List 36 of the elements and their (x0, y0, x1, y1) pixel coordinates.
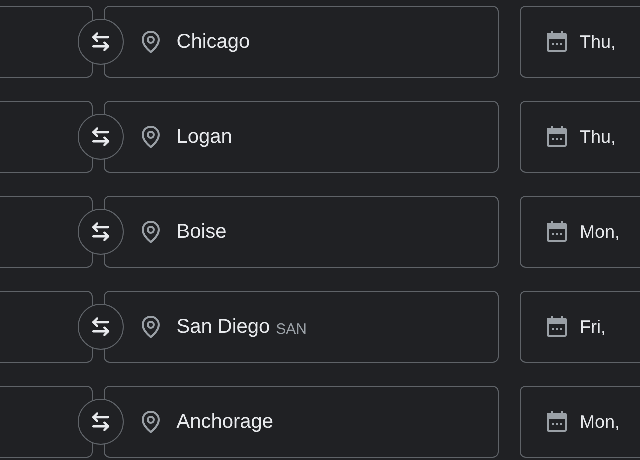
swap-button[interactable] (78, 399, 124, 445)
swap-button[interactable] (78, 304, 124, 350)
destination-city: Logan (176, 126, 232, 148)
destination-field[interactable]: Boise (104, 196, 499, 268)
swap-button[interactable] (78, 19, 124, 65)
destination-field[interactable]: Chicago (104, 6, 499, 78)
date-field[interactable]: Mon, (520, 196, 640, 268)
calendar-icon (545, 125, 569, 149)
departure-date: Thu, (580, 32, 616, 52)
swap-icon (90, 31, 112, 53)
destination-city: Anchorage (176, 410, 274, 434)
swap-icon (90, 411, 112, 433)
calendar-icon (545, 410, 569, 434)
date-field[interactable]: Thu, (520, 6, 640, 78)
destination-field[interactable]: Logan (104, 101, 499, 173)
destination-city: Chicago (176, 30, 250, 54)
date-field[interactable]: Mon, (520, 386, 640, 458)
destination-field[interactable]: San Diego SAN (104, 291, 499, 363)
swap-icon (90, 126, 112, 148)
destination-city: San Diego (176, 316, 270, 338)
calendar-icon (545, 30, 569, 54)
swap-button[interactable] (78, 114, 124, 160)
swap-button[interactable] (78, 209, 124, 255)
date-field[interactable]: Fri, (520, 291, 640, 363)
calendar-icon (545, 220, 569, 244)
airport-code: SAN (276, 320, 307, 338)
destination-field[interactable]: Anchorage (104, 386, 499, 458)
departure-date: Mon, (580, 222, 620, 242)
calendar-icon (545, 315, 569, 339)
swap-icon (90, 221, 112, 243)
date-field[interactable]: Thu, (520, 101, 640, 173)
departure-date: Thu, (580, 126, 616, 148)
swap-icon (90, 316, 112, 338)
departure-date: Mon, (580, 412, 620, 432)
departure-date: Fri, (580, 316, 606, 338)
destination-city: Boise (176, 220, 227, 244)
